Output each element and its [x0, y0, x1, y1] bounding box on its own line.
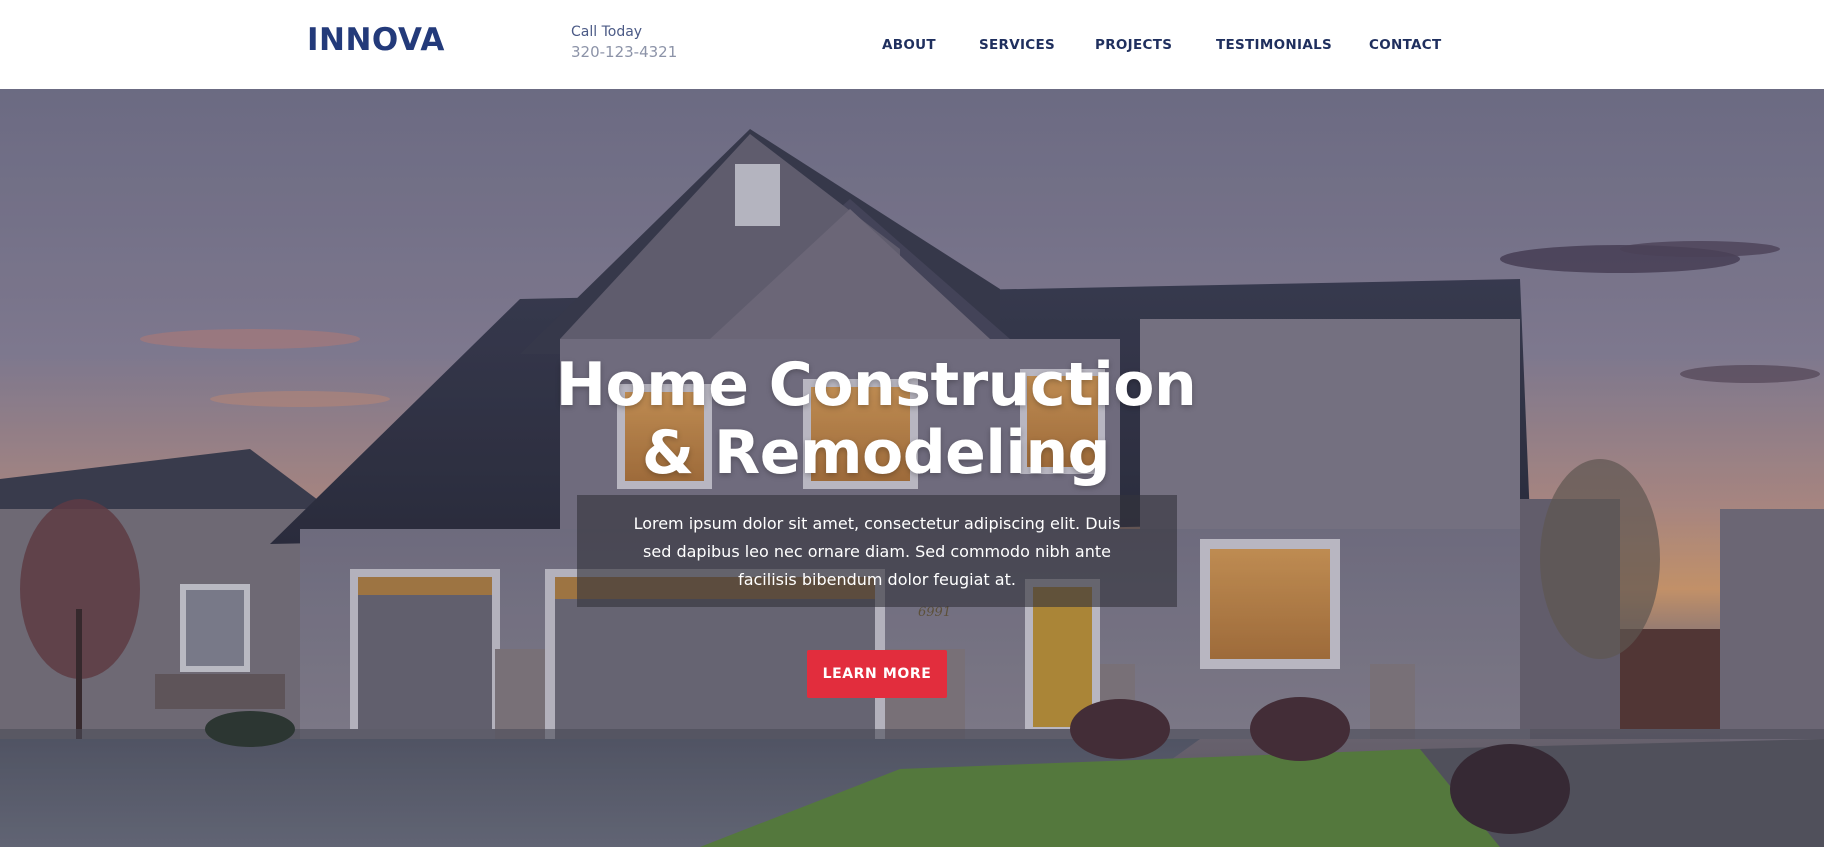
nav-item-projects[interactable]: PROJECTS [1095, 37, 1172, 53]
nav-item-contact[interactable]: CONTACT [1369, 37, 1442, 53]
nav-item-services[interactable]: SERVICES [979, 37, 1055, 53]
hero-headline: Home Construction & Remodeling [0, 351, 1752, 487]
hero-description: Lorem ipsum dolor sit amet, consectetur … [633, 514, 1121, 589]
learn-more-button[interactable]: LEARN MORE [807, 650, 947, 698]
hero-section: 6991 Home Construction & Remodeling Lore… [0, 89, 1824, 847]
main-nav: ABOUT SERVICES PROJECTS TESTIMONIALS CON… [0, 37, 1824, 57]
nav-item-about[interactable]: ABOUT [882, 37, 936, 53]
headline-line-1: Home Construction [555, 350, 1197, 420]
headline-line-2: & Remodeling [641, 418, 1111, 488]
nav-item-testimonials[interactable]: TESTIMONIALS [1216, 37, 1332, 53]
hero-description-box: Lorem ipsum dolor sit amet, consectetur … [577, 495, 1177, 607]
site-header: INNOVA Call Today 320-123-4321 ABOUT SER… [0, 0, 1824, 89]
